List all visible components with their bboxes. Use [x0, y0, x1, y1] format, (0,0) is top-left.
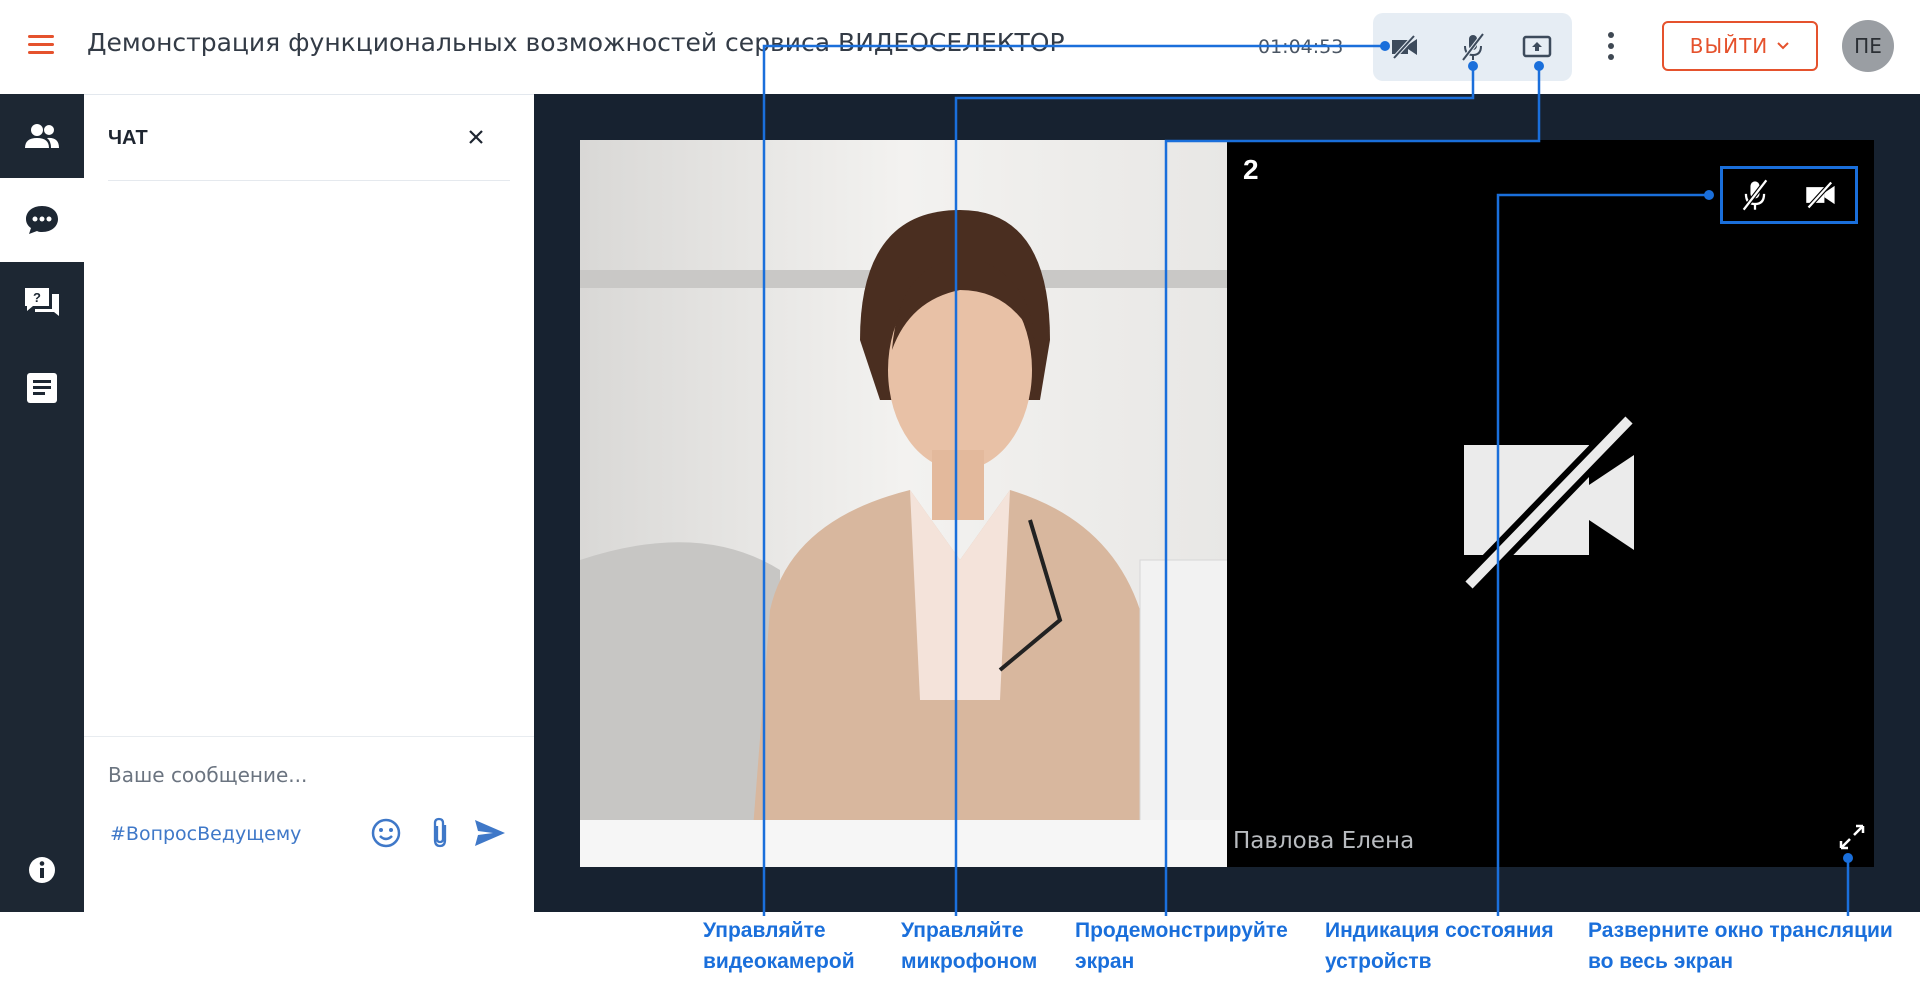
annotation-camera: Управляйте видеокамерой — [703, 915, 855, 977]
annotation-mic: Управляйте микрофоном — [901, 915, 1037, 977]
hashtag-link[interactable]: #ВопросВедущему — [110, 823, 301, 845]
annotation-line: Продемонстрируйте — [1075, 919, 1288, 942]
emoji-icon[interactable] — [366, 813, 406, 853]
annotation-line: во весь экран — [1588, 950, 1734, 973]
mic-off-status-icon — [1741, 178, 1769, 212]
participant-video-off[interactable]: 2 Павлова Елена — [1227, 140, 1874, 867]
attachment-icon[interactable] — [420, 813, 460, 853]
device-status-indicator — [1720, 166, 1858, 224]
annotation-status: Индикация состояния устройств — [1325, 915, 1554, 977]
camera-off-icon[interactable] — [1385, 27, 1425, 67]
message-input[interactable] — [108, 755, 508, 795]
exit-button-label: ВЫЙТИ — [1689, 34, 1769, 58]
tile-number: 2 — [1243, 154, 1259, 185]
annotation-line: Управляйте — [901, 919, 1024, 942]
screen-share-icon[interactable] — [1517, 27, 1557, 67]
sidebar-item-participants[interactable] — [0, 94, 84, 178]
annotation-line: Индикация состояния — [1325, 919, 1554, 942]
chevron-down-icon — [1777, 42, 1789, 50]
sidebar-item-chat[interactable] — [0, 178, 84, 262]
annotation-line: устройств — [1325, 950, 1432, 973]
annotation-line: Разверните окно трансляции — [1588, 919, 1893, 942]
chat-divider — [108, 180, 510, 181]
close-icon[interactable] — [464, 125, 488, 149]
sidebar-item-documents[interactable] — [0, 346, 84, 430]
camera-off-placeholder-icon — [1461, 415, 1637, 593]
hamburger-menu-icon[interactable] — [28, 35, 54, 55]
participant-video-photo[interactable] — [580, 140, 1228, 867]
participant-name: Павлова Елена — [1233, 828, 1415, 854]
fullscreen-icon[interactable] — [1837, 822, 1867, 852]
chat-panel: ЧАТ #ВопросВедущему — [84, 94, 534, 912]
send-icon[interactable] — [470, 813, 510, 853]
more-options-icon[interactable] — [1596, 28, 1626, 64]
media-controls — [1373, 13, 1572, 81]
questions-icon: ? — [25, 288, 59, 316]
video-stage: 2 Павлова Елена — [534, 94, 1920, 912]
page-title: Демонстрация функциональных возможностей… — [87, 28, 1065, 57]
annotation-line: Управляйте — [703, 919, 826, 942]
sidebar-item-info[interactable] — [0, 828, 84, 912]
session-timer: 01:04:53 — [1258, 36, 1344, 58]
annotation-line: видеокамерой — [703, 950, 855, 973]
annotation-fullscreen: Разверните окно трансляции во весь экран — [1588, 915, 1893, 977]
svg-text:?: ? — [33, 290, 41, 305]
annotation-line: микрофоном — [901, 950, 1038, 973]
mic-off-icon[interactable] — [1453, 27, 1493, 67]
sidebar-rail: ? — [0, 94, 84, 912]
document-icon — [27, 373, 57, 403]
sidebar-item-questions[interactable]: ? — [0, 262, 84, 346]
top-header: Демонстрация функциональных возможностей… — [0, 0, 1920, 94]
chat-icon — [26, 206, 58, 234]
chat-footer-divider — [84, 736, 534, 737]
info-icon — [29, 857, 55, 883]
annotation-share: Продемонстрируйте экран — [1075, 915, 1288, 977]
annotation-line: экран — [1075, 950, 1135, 973]
chat-title: ЧАТ — [108, 127, 148, 149]
camera-off-status-icon — [1806, 181, 1835, 209]
app-root: Демонстрация функциональных возможностей… — [0, 0, 1920, 981]
participants-icon — [25, 124, 59, 148]
exit-button[interactable]: ВЫЙТИ — [1662, 21, 1818, 71]
user-avatar[interactable]: ПЕ — [1842, 20, 1894, 72]
